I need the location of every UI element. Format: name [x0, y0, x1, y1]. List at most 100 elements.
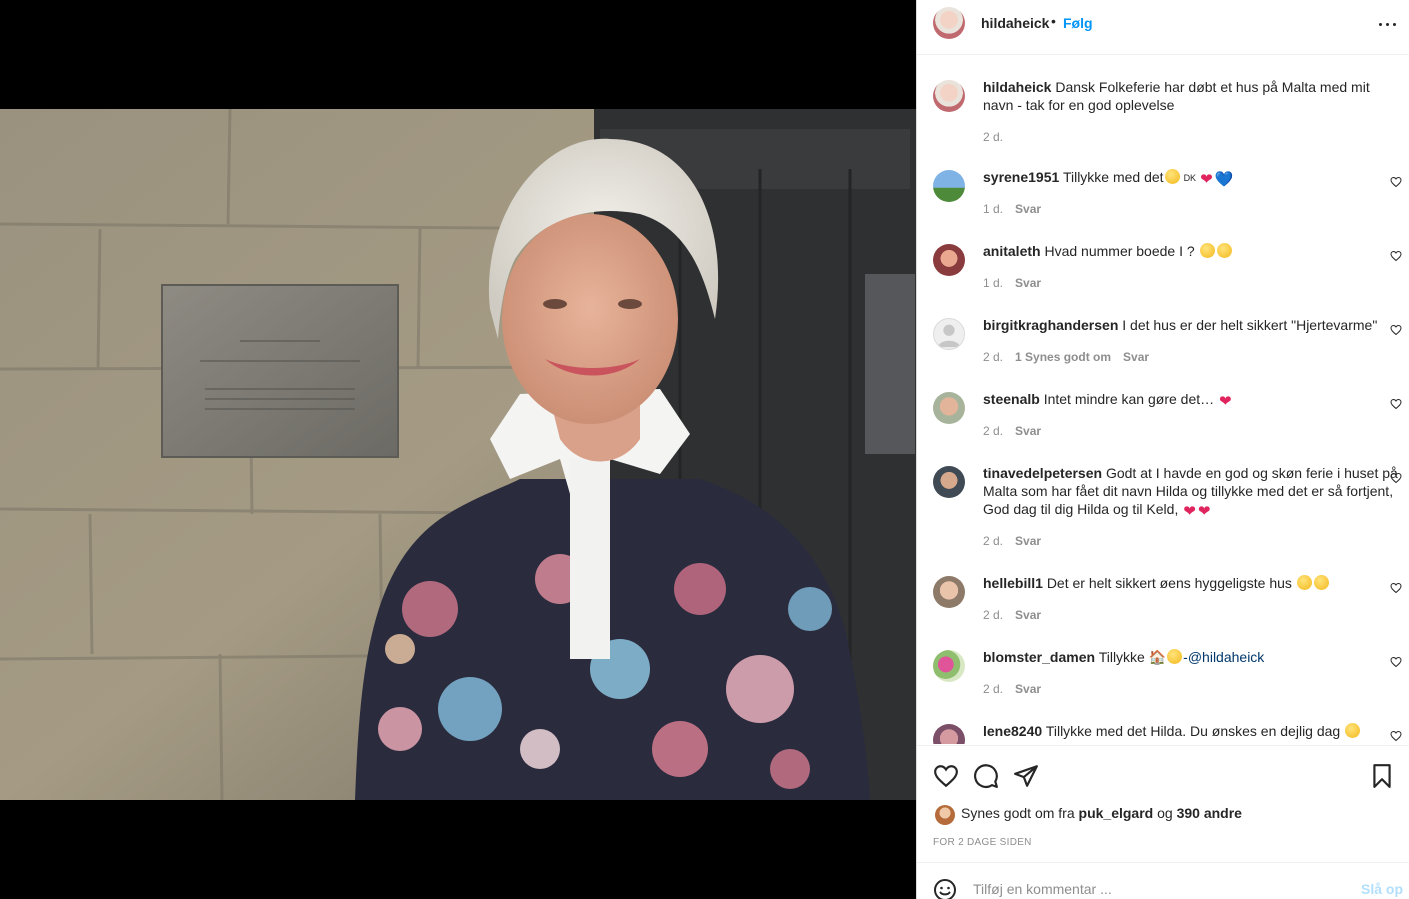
star-struck-emoji: [1296, 575, 1312, 590]
comment-text: Tillykke med det: [1062, 169, 1164, 185]
red-heart-emoji: ❤: [1219, 393, 1232, 410]
caption-avatar[interactable]: [933, 80, 965, 112]
comment-item: steenalb Intet mindre kan gøre det… ❤ 2 …: [933, 390, 1403, 450]
comment-avatar[interactable]: [933, 170, 965, 202]
reply-button[interactable]: Svar: [1015, 534, 1041, 548]
blue-heart-emoji: 💙: [1214, 171, 1234, 188]
comment-username[interactable]: tinavedelpetersen: [983, 465, 1102, 481]
add-comment-bar: Slå op: [917, 862, 1409, 899]
heart-icon[interactable]: [1390, 730, 1402, 742]
comment-time[interactable]: 2 d.: [983, 350, 1003, 364]
bookmark-icon[interactable]: [1369, 763, 1395, 789]
comment-text: Det er helt sikkert øens hyggeligste hus: [1046, 575, 1292, 591]
more-horizontal-icon[interactable]: [1379, 18, 1399, 30]
reply-button[interactable]: Svar: [1015, 608, 1041, 622]
comment-text: Hvad nummer boede I ?: [1044, 243, 1195, 259]
caption-username[interactable]: hildaheick: [983, 79, 1051, 95]
comment-item: syrene1951 Tillykke med det DK ❤ 💙 1 d. Svar: [933, 168, 1403, 228]
comment-username[interactable]: steenalb: [983, 391, 1040, 407]
red-heart-emoji: ❤: [1200, 171, 1213, 188]
comment-text: Tillykke med det Hilda. Du ønskes en dej…: [1045, 723, 1341, 739]
comment-time[interactable]: 2 d.: [983, 534, 1003, 548]
reply-button[interactable]: Svar: [1015, 202, 1041, 216]
comment-username[interactable]: blomster_damen: [983, 649, 1095, 665]
follow-button[interactable]: Følg: [1063, 15, 1093, 31]
heart-icon[interactable]: [1390, 398, 1402, 410]
reply-button[interactable]: Svar: [1015, 424, 1041, 438]
comment-username[interactable]: birgitkraghandersen: [983, 317, 1118, 333]
comment-time[interactable]: 2 d.: [983, 424, 1003, 438]
comment-time[interactable]: 2 d.: [983, 608, 1003, 622]
dk-flag-emoji: DK: [1183, 173, 1197, 183]
comment-time[interactable]: 1 d.: [983, 202, 1003, 216]
comment-username[interactable]: hellebill1: [983, 575, 1043, 591]
comment-avatar[interactable]: [933, 392, 965, 424]
comment-avatar[interactable]: [933, 724, 965, 744]
likes-joiner: og: [1157, 805, 1173, 821]
post-media: [0, 0, 916, 899]
comment-likes[interactable]: 1 Synes godt om: [1015, 350, 1111, 364]
savoring-emoji: [1216, 243, 1232, 258]
comment-input[interactable]: [973, 877, 1343, 899]
clap-emoji: [1164, 169, 1180, 184]
reply-button[interactable]: Svar: [1123, 350, 1149, 364]
comment-time[interactable]: 1 d.: [983, 276, 1003, 290]
likes-prefix: Synes godt om fra: [961, 805, 1075, 821]
comment-item: birgitkraghandersen I det hus er der hel…: [933, 316, 1403, 376]
reply-button[interactable]: Svar: [1015, 276, 1041, 290]
comment-text: Tillykke: [1098, 649, 1145, 665]
comments-list[interactable]: hildaheick Dansk Folkeferie har døbt et …: [917, 56, 1409, 744]
post-photo[interactable]: [0, 109, 916, 800]
post-header: hildaheick • Følg: [917, 0, 1409, 55]
comment-avatar[interactable]: [933, 466, 965, 498]
comment-username[interactable]: lene8240: [983, 723, 1042, 739]
send-icon[interactable]: [1013, 763, 1039, 789]
reply-button[interactable]: Svar: [1015, 682, 1041, 696]
heart-icon[interactable]: [1390, 472, 1402, 484]
caption-time[interactable]: 2 d.: [983, 130, 1003, 144]
hugging-emoji: [1313, 575, 1329, 590]
savoring-emoji: [1199, 243, 1215, 258]
blossom-emoji: [1345, 723, 1361, 738]
mention-link[interactable]: -@hildaheick: [1183, 649, 1264, 665]
blossom-emoji: [1167, 649, 1183, 664]
likes-others-link[interactable]: 390 andre: [1177, 805, 1242, 821]
comment-icon[interactable]: [973, 763, 999, 789]
comment-username[interactable]: syrene1951: [983, 169, 1059, 185]
comment-text: Intet mindre kan gøre det…: [1043, 391, 1215, 407]
author-username[interactable]: hildaheick: [981, 15, 1049, 31]
house-emoji: 🏠: [1148, 649, 1167, 665]
emoji-icon[interactable]: [933, 878, 957, 899]
heart-icon[interactable]: [1390, 582, 1402, 594]
liker-username[interactable]: puk_elgard: [1079, 805, 1154, 821]
heart-icon[interactable]: [933, 763, 959, 789]
comment-item: lene8240 Tillykke med det Hilda. Du ønsk…: [933, 722, 1403, 744]
author-avatar[interactable]: [933, 7, 965, 39]
heart-icon[interactable]: [1390, 176, 1402, 188]
caption: hildaheick Dansk Folkeferie har døbt et …: [933, 78, 1403, 148]
comment-time[interactable]: 2 d.: [983, 682, 1003, 696]
comment-item: hellebill1 Det er helt sikkert øens hygg…: [933, 574, 1403, 634]
comment-avatar[interactable]: [933, 244, 965, 276]
comment-username[interactable]: anitaleth: [983, 243, 1041, 259]
comment-text: I det hus er der helt sikkert "Hjertevar…: [1122, 317, 1378, 333]
comment-avatar[interactable]: [933, 318, 965, 350]
comment-avatar[interactable]: [933, 650, 965, 682]
heart-icon[interactable]: [1390, 656, 1402, 668]
comment-item: tinavedelpetersen Godt at I havde en god…: [933, 464, 1403, 560]
red-heart-emoji: ❤: [1183, 503, 1196, 520]
post-sidebar: hildaheick • Følg hildaheick Dansk Folke…: [916, 0, 1409, 899]
post-timestamp[interactable]: FOR 2 DAGE SIDEN: [933, 837, 1032, 848]
liker-avatar[interactable]: [935, 805, 955, 825]
heart-icon[interactable]: [1390, 324, 1402, 336]
post-modal: hildaheick • Følg hildaheick Dansk Folke…: [0, 0, 1409, 899]
post-actions: Synes godt om fra puk_elgard og 390 andr…: [917, 745, 1409, 862]
comment-item: blomster_damen Tillykke 🏠 -@hildaheick 2 …: [933, 648, 1403, 708]
likes-summary: Synes godt om fra puk_elgard og 390 andr…: [961, 805, 1242, 821]
comment-item: anitaleth Hvad nummer boede I ? 1 d. Svar: [933, 242, 1403, 302]
comment-avatar[interactable]: [933, 576, 965, 608]
heart-icon[interactable]: [1390, 250, 1402, 262]
red-heart-emoji: ❤: [1197, 503, 1211, 520]
separator-dot: •: [1051, 13, 1056, 29]
post-comment-button[interactable]: Slå op: [1361, 881, 1403, 897]
